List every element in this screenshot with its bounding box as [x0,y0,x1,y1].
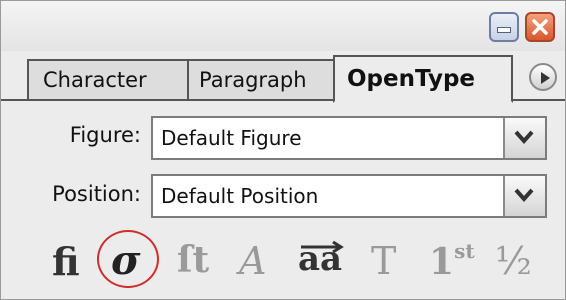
position-select[interactable]: Default Position [151,174,547,218]
ordinals-icon[interactable]: 1st [429,239,475,283]
figure-select-value: Default Figure [161,126,302,150]
chevron-down-icon[interactable] [503,118,545,158]
tab-paragraph[interactable]: Paragraph [187,59,337,99]
panel-titlebar[interactable] [1,1,565,51]
figure-select[interactable]: Default Figure [151,116,547,160]
tab-opentype[interactable]: OpenType [333,55,513,103]
minimize-icon[interactable] [489,12,519,42]
swash-icon[interactable]: σ [111,237,141,284]
ordinals-suffix: st [454,239,475,263]
tab-character[interactable]: Character [27,59,199,99]
fractions-icon[interactable]: ½ [495,239,532,283]
tab-strip: Character Paragraph OpenType [1,51,565,103]
figure-label: Figure: [69,123,141,147]
titling-alternates-icon[interactable]: A [239,239,266,283]
stylistic-alternates-icon[interactable]: T [371,239,396,283]
position-label: Position: [52,182,141,206]
discretionary-ligatures-icon[interactable]: ſt [177,239,209,281]
chevron-down-icon[interactable] [503,176,545,216]
ordinals-numeral: 1 [429,241,455,283]
position-select-value: Default Position [161,184,319,208]
panel-menu-arrow-icon[interactable] [529,63,557,91]
standard-ligatures-icon[interactable]: ﬁ [52,239,80,284]
close-icon[interactable] [525,12,555,42]
opentype-panel: Character Paragraph OpenType Figure: Def… [0,0,566,300]
contextual-alternates-icon[interactable]: aa [298,239,342,279]
